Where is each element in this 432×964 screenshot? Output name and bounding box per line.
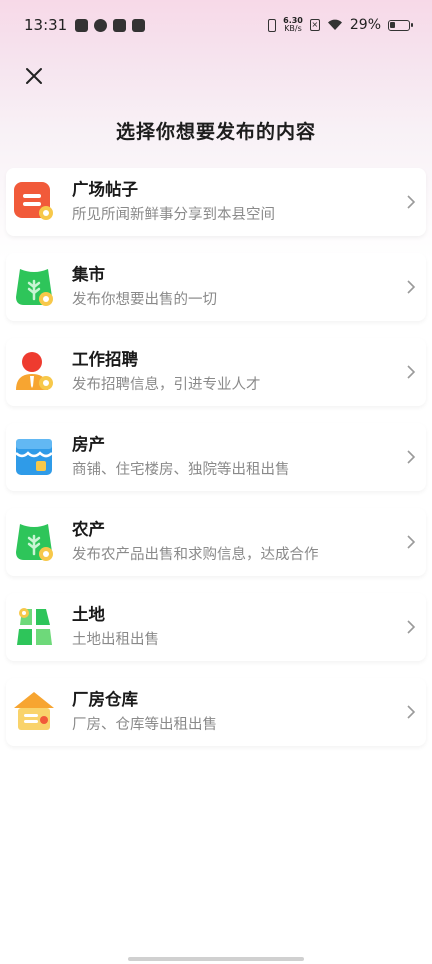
list-item-square-post[interactable]: 广场帖子 所见所闻新鲜事分享到本县空间 [6, 168, 426, 236]
shop-house-icon [12, 435, 56, 479]
land-fields-icon [12, 605, 56, 649]
chevron-right-icon [407, 365, 416, 379]
item-description: 厂房、仓库等出租出售 [72, 716, 217, 733]
notification-icon-2 [94, 18, 108, 32]
chevron-right-icon [407, 195, 416, 209]
network-speed-unit: KB/s [284, 24, 302, 33]
home-indicator[interactable] [128, 957, 304, 961]
close-icon [26, 68, 42, 84]
battery-icon [388, 19, 413, 31]
item-title: 房产 [72, 434, 105, 454]
job-person-icon [12, 350, 56, 394]
chevron-right-icon [407, 280, 416, 294]
item-title: 广场帖子 [72, 179, 138, 199]
square-post-icon [12, 180, 56, 224]
item-title: 土地 [72, 604, 105, 624]
publish-type-list: 广场帖子 所见所闻新鲜事分享到本县空间 集市 发布你想要出售的一切 工作招聘 发… [6, 168, 426, 763]
wifi-icon [327, 19, 342, 30]
list-item-warehouse[interactable]: 厂房仓库 厂房、仓库等出租出售 [6, 678, 426, 746]
item-description: 发布你想要出售的一切 [72, 291, 217, 308]
chevron-right-icon [407, 705, 416, 719]
close-button[interactable] [22, 64, 46, 88]
list-item-market[interactable]: 集市 发布你想要出售的一切 [6, 253, 426, 321]
item-title: 集市 [72, 264, 105, 284]
list-item-land[interactable]: 土地 土地出租出售 [6, 593, 426, 661]
chevron-right-icon [407, 620, 416, 634]
battery-percent: 29% [349, 17, 381, 33]
item-description: 土地出租出售 [72, 631, 159, 648]
page-title: 选择你想要发布的内容 [115, 121, 316, 143]
list-item-farm[interactable]: 农产 发布农产品出售和求购信息，达成合作 [6, 508, 426, 576]
status-time: 13:31 [24, 16, 68, 34]
status-bar: 13:31 6.30 KB/s × 29% [0, 0, 432, 50]
item-description: 发布招聘信息，引进专业人才 [72, 376, 261, 393]
warehouse-icon [12, 690, 56, 734]
item-title: 厂房仓库 [72, 689, 138, 709]
no-sim-icon: × [309, 19, 320, 31]
item-description: 商铺、住宅楼房、独院等出租出售 [72, 461, 290, 478]
farm-sack-icon [12, 520, 56, 564]
item-title: 农产 [72, 519, 105, 539]
notification-icon-3 [113, 18, 127, 32]
chevron-right-icon [407, 450, 416, 464]
chevron-right-icon [407, 535, 416, 549]
item-description: 发布农产品出售和求购信息，达成合作 [72, 546, 319, 563]
list-item-real-estate[interactable]: 房产 商铺、住宅楼房、独院等出租出售 [6, 423, 426, 491]
notification-icon-1 [75, 18, 89, 32]
item-description: 所见所闻新鲜事分享到本县空间 [72, 206, 275, 223]
item-title: 工作招聘 [72, 349, 138, 369]
list-item-job[interactable]: 工作招聘 发布招聘信息，引进专业人才 [6, 338, 426, 406]
vibrate-icon [268, 18, 277, 32]
network-speed: 6.30 KB/s [283, 17, 303, 33]
market-sack-icon [12, 265, 56, 309]
notification-icon-4 [132, 18, 146, 32]
